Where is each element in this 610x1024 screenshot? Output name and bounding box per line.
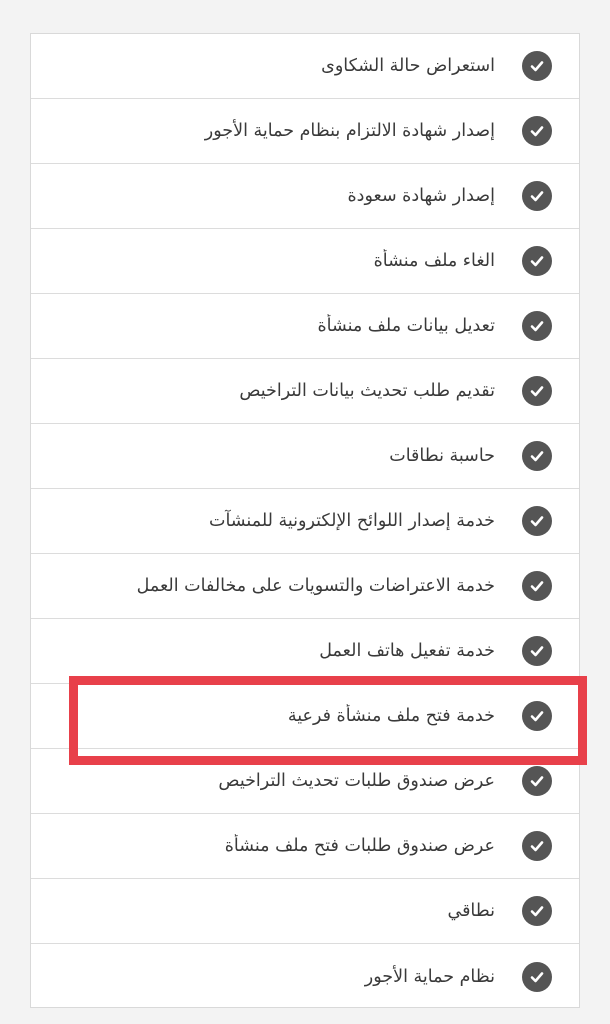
service-item-label: تعديل بيانات ملف منشأة <box>317 316 495 336</box>
service-item-edit-establishment-file[interactable]: تعديل بيانات ملف منشأة <box>31 294 579 359</box>
service-item-label: نطاقي <box>447 901 495 921</box>
service-item-work-phone-activation[interactable]: خدمة تفعيل هاتف العمل <box>31 619 579 684</box>
service-item-cancel-establishment-file[interactable]: الغاء ملف منشأة <box>31 229 579 294</box>
service-item-electronic-regulations[interactable]: خدمة إصدار اللوائح الإلكترونية للمنشآت <box>31 489 579 554</box>
service-item-label: عرض صندوق طلبات فتح ملف منشأة <box>224 836 495 856</box>
service-item-nitaqati[interactable]: نطاقي <box>31 879 579 944</box>
check-circle-icon <box>522 571 552 601</box>
service-item-violations-objections[interactable]: خدمة الاعتراضات والتسويات على مخالفات ال… <box>31 554 579 619</box>
service-item-label: استعراض حالة الشكاوى <box>321 56 495 76</box>
service-item-label: خدمة تفعيل هاتف العمل <box>319 641 495 661</box>
services-panel: استعراض حالة الشكاوى إصدار شهادة الالتزا… <box>30 33 580 1008</box>
service-item-label: تقديم طلب تحديث بيانات التراخيص <box>239 381 495 401</box>
service-item-label: الغاء ملف منشأة <box>373 251 495 271</box>
service-item-license-update-inbox[interactable]: عرض صندوق طلبات تحديث التراخيص <box>31 749 579 814</box>
check-circle-icon <box>522 246 552 276</box>
service-item-label: خدمة فتح ملف منشأة فرعية <box>287 706 495 726</box>
check-circle-icon <box>522 766 552 796</box>
check-circle-icon <box>522 896 552 926</box>
check-circle-icon <box>522 831 552 861</box>
service-item-license-update-request[interactable]: تقديم طلب تحديث بيانات التراخيص <box>31 359 579 424</box>
check-circle-icon <box>522 441 552 471</box>
services-list: استعراض حالة الشكاوى إصدار شهادة الالتزا… <box>31 34 579 1009</box>
check-circle-icon <box>522 376 552 406</box>
service-item-label: خدمة إصدار اللوائح الإلكترونية للمنشآت <box>209 511 495 531</box>
check-circle-icon <box>522 636 552 666</box>
service-item-open-branch-establishment-file[interactable]: خدمة فتح ملف منشأة فرعية <box>31 684 579 749</box>
service-item-nitaqat-calculator[interactable]: حاسبة نطاقات <box>31 424 579 489</box>
check-circle-icon <box>522 51 552 81</box>
service-item-label: إصدار شهادة الالتزام بنظام حماية الأجور <box>204 121 495 141</box>
check-circle-icon <box>522 506 552 536</box>
check-circle-icon <box>522 961 552 992</box>
check-circle-icon <box>522 701 552 731</box>
service-item-label: إصدار شهادة سعودة <box>347 186 495 206</box>
service-item-saudization-certificate[interactable]: إصدار شهادة سعودة <box>31 164 579 229</box>
service-item-wage-protection-certificate[interactable]: إصدار شهادة الالتزام بنظام حماية الأجور <box>31 99 579 164</box>
check-circle-icon <box>522 116 552 146</box>
service-item-wage-protection-system[interactable]: نظام حماية الأجور <box>31 944 579 1009</box>
check-circle-icon <box>522 311 552 341</box>
service-item-label: حاسبة نطاقات <box>389 446 495 466</box>
service-item-label: نظام حماية الأجور <box>364 966 495 987</box>
check-circle-icon <box>522 181 552 211</box>
service-item-open-file-requests-inbox[interactable]: عرض صندوق طلبات فتح ملف منشأة <box>31 814 579 879</box>
service-item-label: خدمة الاعتراضات والتسويات على مخالفات ال… <box>136 576 495 596</box>
service-item-complaints-status[interactable]: استعراض حالة الشكاوى <box>31 34 579 99</box>
service-item-label: عرض صندوق طلبات تحديث التراخيص <box>218 771 495 791</box>
